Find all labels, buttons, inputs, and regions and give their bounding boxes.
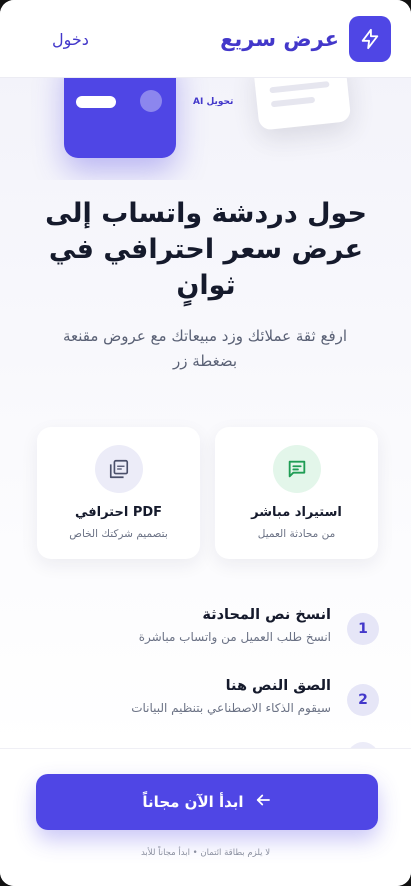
- step-number: 2: [347, 684, 379, 716]
- step-desc: انسخ طلب العميل من واتساب مباشرة: [138, 630, 331, 644]
- step-2: 2 الصق النص هنا سيقوم الذكاء الاصطناعي ب…: [79, 678, 379, 728]
- step-1: 1 انسخ نص المحادثة انسخ طلب العميل من وا…: [79, 607, 379, 657]
- ai-convert-label: AI تحويل: [193, 97, 234, 107]
- start-free-button[interactable]: ابدأ الآن مجاناً: [36, 774, 378, 830]
- brand-name: عرض سريع: [220, 27, 339, 51]
- page-title: حول دردشة واتساب إلى عرض سعر احترافي في …: [45, 198, 367, 301]
- top-bar: عرض سريع دخول: [0, 0, 411, 78]
- quote-card-illustration: [64, 70, 176, 158]
- brand[interactable]: عرض سريع: [220, 16, 391, 62]
- card-dot: [140, 90, 162, 112]
- hero-illustration: AI تحويل: [0, 70, 411, 180]
- card-line: [270, 96, 316, 108]
- page-subtitle: ارفع ثقة عملائك وزد مبيعاتك مع عروض مقنع…: [62, 327, 348, 370]
- arrow-left-icon: [254, 791, 272, 813]
- feature-title: PDF احترافي: [74, 505, 163, 520]
- start-free-label: ابدأ الآن مجاناً: [142, 793, 244, 811]
- message-icon: [273, 445, 321, 493]
- login-link[interactable]: دخول: [52, 30, 89, 49]
- feature-title: استيراد مباشر: [251, 505, 342, 520]
- card-pill: [76, 96, 116, 108]
- app-screen: عرض سريع دخول AI تحويل حول دردشة واتساب …: [0, 0, 411, 886]
- pdf-icon: [95, 445, 143, 493]
- bottom-bar: ابدأ الآن مجاناً لا يلزم بطاقة ائتمان • …: [0, 748, 411, 886]
- step-title: الصق النص هنا: [225, 678, 331, 694]
- feature-desc: بتصميم شركتك الخاص: [69, 528, 168, 540]
- feature-desc: من محادثة العميل: [257, 528, 336, 540]
- cta-footnote: لا يلزم بطاقة ائتمان • ابدأ مجاناً للأبد: [140, 848, 271, 858]
- step-desc: سيقوم الذكاء الاصطناعي بتنظيم البيانات: [131, 701, 331, 715]
- step-title: انسخ نص المحادثة: [202, 607, 331, 623]
- chat-card-illustration: [252, 70, 352, 131]
- feature-card-pdf: PDF احترافي بتصميم شركتك الخاص: [37, 427, 200, 559]
- card-line: [269, 81, 330, 94]
- feature-card-direct-import: استيراد مباشر من محادثة العميل: [215, 427, 378, 559]
- lightning-bolt-icon: [349, 16, 391, 62]
- step-number: 1: [347, 613, 379, 645]
